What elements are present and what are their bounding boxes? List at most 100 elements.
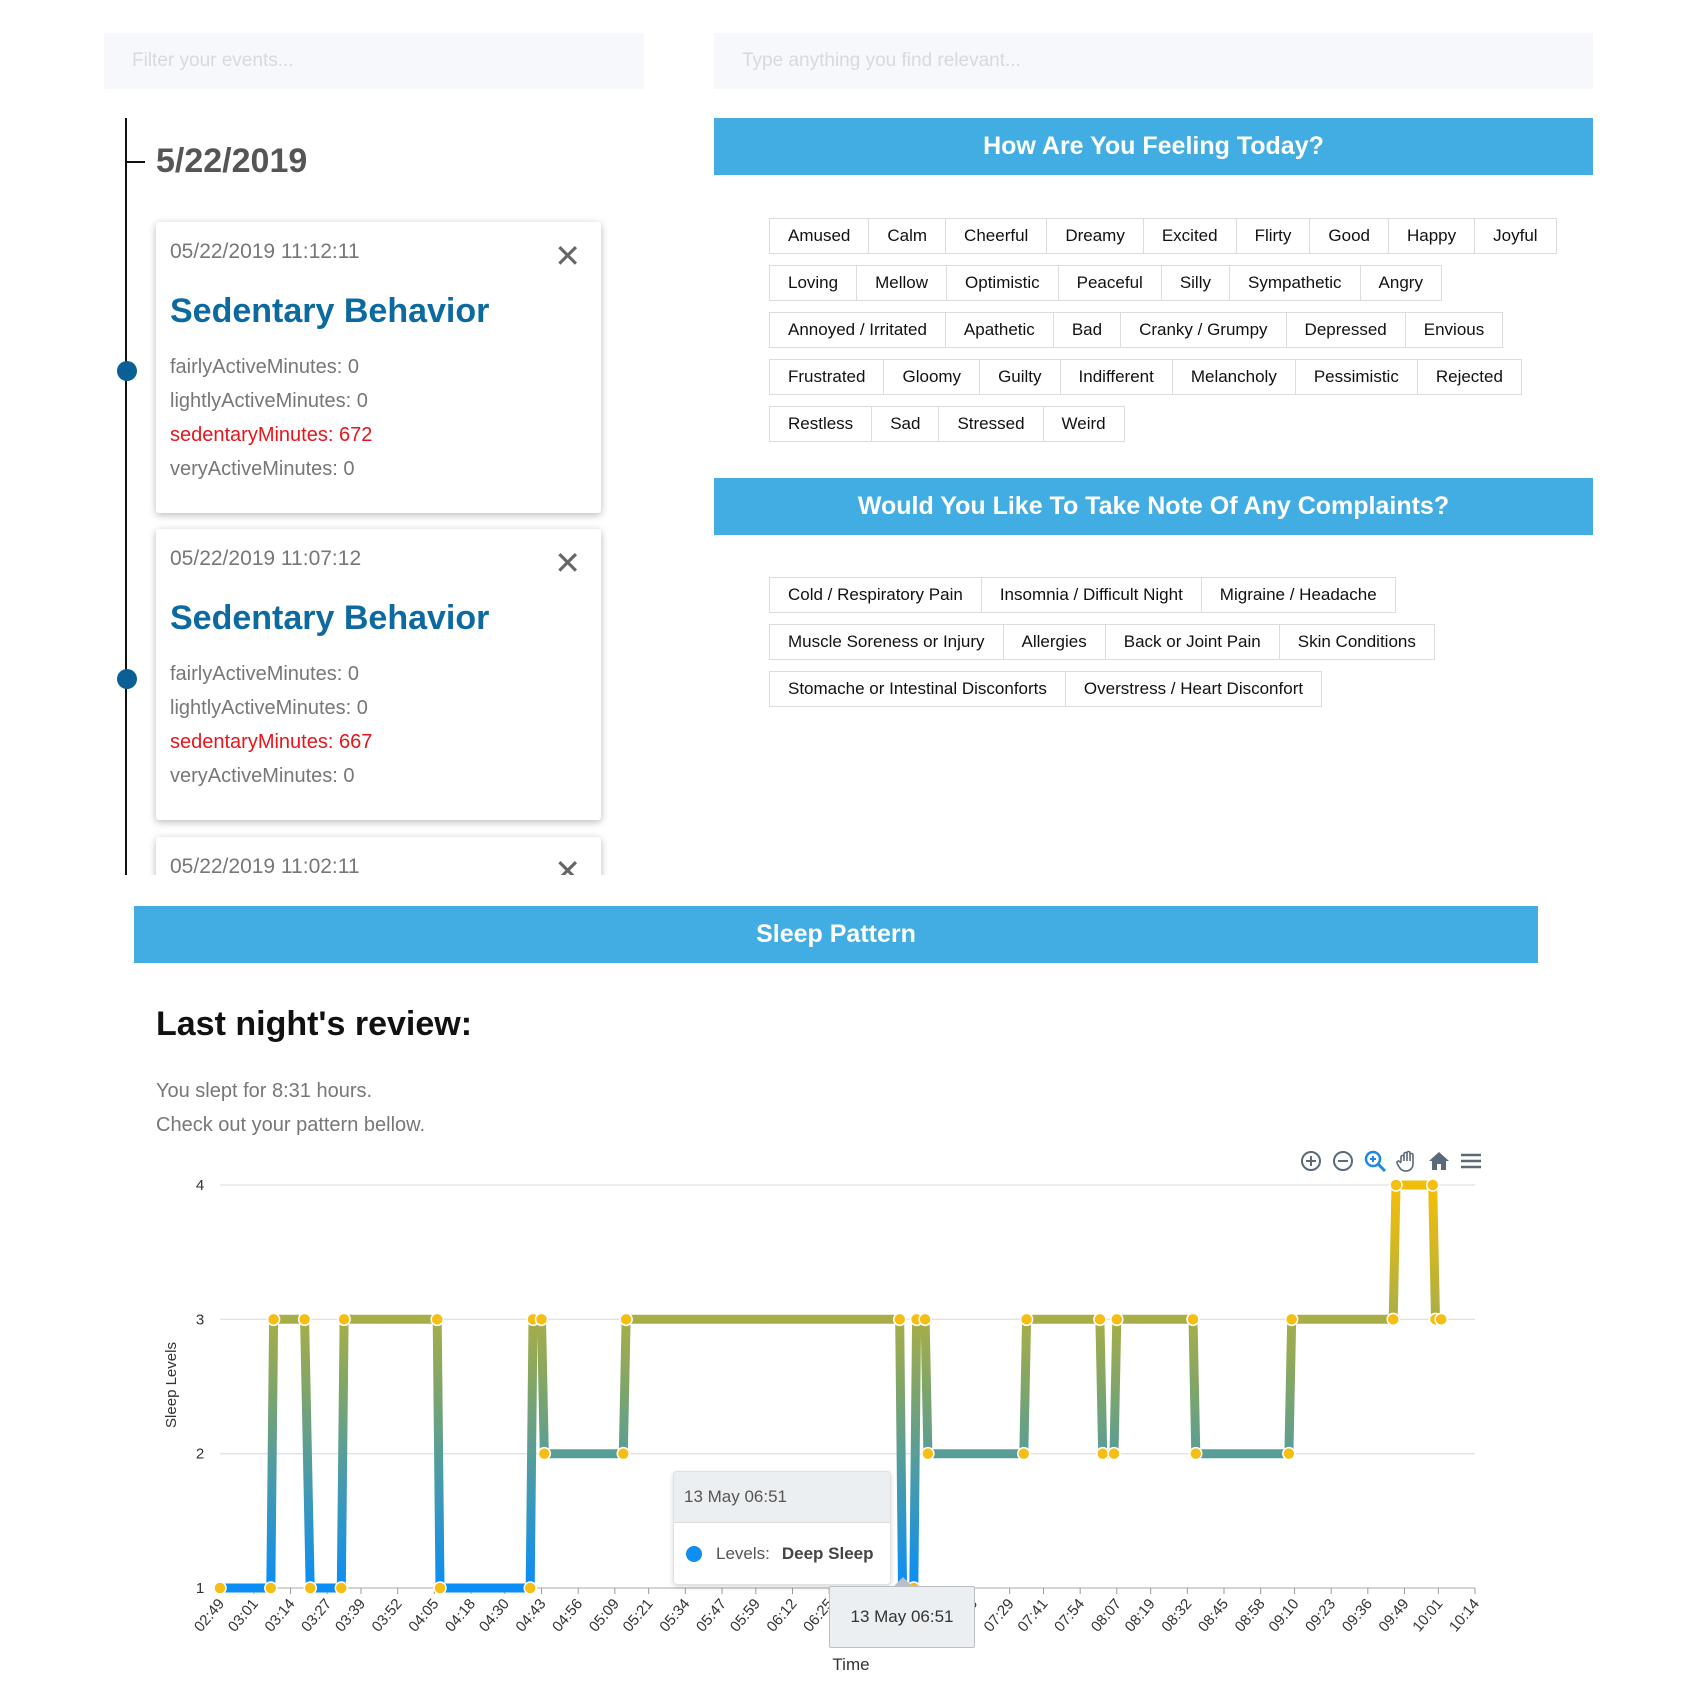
data-point[interactable] <box>534 1312 549 1327</box>
feeling-tag-loving[interactable]: Loving <box>769 265 858 301</box>
data-point[interactable] <box>1282 1446 1296 1461</box>
data-point[interactable] <box>1386 1312 1400 1327</box>
x-tick-label: 09:49 <box>1375 1596 1412 1636</box>
feeling-tag-sad[interactable]: Sad <box>871 406 940 442</box>
data-point[interactable] <box>213 1581 227 1595</box>
data-point[interactable] <box>1095 1446 1110 1461</box>
xaxis-tooltip: 13 May 06:51 <box>829 1586 975 1648</box>
data-point[interactable] <box>892 1312 907 1327</box>
complaint-tag-insomnia-difficult-night[interactable]: Insomnia / Difficult Night <box>980 577 1202 613</box>
feeling-tag-frustrated[interactable]: Frustrated <box>769 359 885 395</box>
data-point[interactable] <box>303 1581 317 1595</box>
x-tick-label: 03:52 <box>369 1596 406 1636</box>
feeling-tag-gloomy[interactable]: Gloomy <box>883 359 981 395</box>
complaint-row: Cold / Respiratory Pain Insomnia / Diffic… <box>769 577 1434 613</box>
data-point[interactable] <box>1107 1446 1121 1461</box>
feeling-tag-indifferent[interactable]: Indifferent <box>1059 359 1173 395</box>
data-point[interactable] <box>616 1446 631 1461</box>
feeling-tag-optimistic[interactable]: Optimistic <box>946 265 1059 301</box>
data-point[interactable] <box>337 1312 351 1327</box>
feeling-tag-guilty[interactable]: Guilty <box>979 359 1061 395</box>
events-filter-input[interactable] <box>104 33 644 89</box>
feeling-tag-silly[interactable]: Silly <box>1160 265 1230 301</box>
feeling-tag-depressed[interactable]: Depressed <box>1285 312 1406 348</box>
x-tick-label: 09:36 <box>1339 1596 1376 1636</box>
data-point[interactable] <box>619 1312 633 1327</box>
data-point[interactable] <box>1110 1312 1124 1327</box>
feeling-tag-good[interactable]: Good <box>1309 218 1389 254</box>
feeling-tag-amused[interactable]: Amused <box>769 218 870 254</box>
complaint-tag-back-or-joint-pain[interactable]: Back or Joint Pain <box>1104 624 1280 660</box>
complaint-tag-stomache-or-intestinal-disconforts[interactable]: Stomache or Intestinal Disconforts <box>769 671 1066 707</box>
relevant-notes-input[interactable] <box>714 33 1593 89</box>
review-title: Last night's review: <box>156 1005 473 1043</box>
x-tick-label: 03:27 <box>298 1596 335 1636</box>
data-point[interactable] <box>1093 1312 1107 1327</box>
data-point[interactable] <box>523 1581 537 1595</box>
complaint-tag-overstress-heart-disconfort[interactable]: Overstress / Heart Disconfort <box>1064 671 1323 707</box>
feeling-tag-flirty[interactable]: Flirty <box>1235 218 1311 254</box>
close-icon[interactable]: ✕ <box>554 547 581 579</box>
complaint-tag-muscle-soreness-or-injury[interactable]: Muscle Soreness or Injury <box>769 624 1004 660</box>
feeling-tag-happy[interactable]: Happy <box>1388 218 1476 254</box>
event-card: 05/22/2019 11:12:11 ✕ Sedentary Behavior… <box>156 222 601 513</box>
data-point[interactable] <box>1425 1178 1440 1192</box>
metric-lightly-active: lightlyActiveMinutes: 0 <box>170 697 368 719</box>
data-point[interactable] <box>297 1312 312 1327</box>
y-tick-label: 2 <box>196 1446 204 1463</box>
close-icon[interactable]: ✕ <box>554 240 581 272</box>
feeling-tag-peaceful[interactable]: Peaceful <box>1057 265 1162 301</box>
complaint-tag-migraine-headache[interactable]: Migraine / Headache <box>1200 577 1396 613</box>
event-timestamp: 05/22/2019 11:07:12 <box>170 547 362 570</box>
feeling-tag-restless[interactable]: Restless <box>769 406 873 442</box>
x-tick-label: 07:41 <box>1014 1596 1051 1636</box>
data-point[interactable] <box>1389 1178 1403 1192</box>
metric-fairly-active: fairlyActiveMinutes: 0 <box>170 663 359 685</box>
data-point[interactable] <box>537 1446 552 1461</box>
data-point[interactable] <box>334 1581 349 1595</box>
data-point[interactable] <box>264 1581 278 1595</box>
feeling-tag-bad[interactable]: Bad <box>1052 312 1122 348</box>
feeling-tag-cranky-grumpy[interactable]: Cranky / Grumpy <box>1120 312 1287 348</box>
complaint-tag-allergies[interactable]: Allergies <box>1002 624 1106 660</box>
feeling-tag-melancholy[interactable]: Melancholy <box>1171 359 1296 395</box>
data-point[interactable] <box>430 1312 444 1327</box>
feeling-tag-rejected[interactable]: Rejected <box>1416 359 1522 395</box>
data-point[interactable] <box>1434 1312 1448 1327</box>
feeling-tag-excited[interactable]: Excited <box>1142 218 1237 254</box>
data-point[interactable] <box>1284 1312 1299 1327</box>
feeling-tag-cheerful[interactable]: Cheerful <box>945 218 1048 254</box>
feeling-tag-stressed[interactable]: Stressed <box>938 406 1044 442</box>
feeling-tag-angry[interactable]: Angry <box>1359 265 1442 301</box>
timeline-date-tick <box>125 161 145 163</box>
feeling-tag-joyful[interactable]: Joyful <box>1474 218 1557 254</box>
complaint-tag-skin-conditions[interactable]: Skin Conditions <box>1278 624 1435 660</box>
xaxis-tooltip-caret <box>894 1577 912 1586</box>
x-tick-label: 05:34 <box>656 1596 693 1636</box>
x-tick-label: 07:54 <box>1051 1596 1088 1636</box>
feeling-tag-sympathetic[interactable]: Sympathetic <box>1228 265 1361 301</box>
data-point[interactable] <box>266 1312 281 1327</box>
feeling-tag-apathetic[interactable]: Apathetic <box>944 312 1054 348</box>
data-point[interactable] <box>1019 1312 1034 1327</box>
data-point[interactable] <box>1189 1446 1203 1461</box>
complaint-tag-cold-respiratory-pain[interactable]: Cold / Respiratory Pain <box>769 577 982 613</box>
feeling-tag-annoyed-irritated[interactable]: Annoyed / Irritated <box>769 312 946 348</box>
close-icon[interactable]: ✕ <box>554 855 581 875</box>
feeling-tag-weird[interactable]: Weird <box>1042 406 1125 442</box>
feeling-tag-envious[interactable]: Envious <box>1404 312 1504 348</box>
sleep-pattern-header: Sleep Pattern <box>134 906 1538 963</box>
chart-tooltip: 13 May 06:51 Levels: Deep Sleep <box>673 1471 891 1585</box>
x-tick-label: 03:39 <box>332 1596 369 1636</box>
feeling-tag-calm[interactable]: Calm <box>868 218 947 254</box>
data-point[interactable] <box>1186 1312 1200 1327</box>
data-point[interactable] <box>433 1581 447 1595</box>
feeling-tag-mellow[interactable]: Mellow <box>856 265 948 301</box>
y-axis-ticks: 1 2 3 4 <box>196 1177 204 1597</box>
data-point[interactable] <box>1017 1446 1031 1461</box>
feeling-tag-pessimistic[interactable]: Pessimistic <box>1294 359 1418 395</box>
tooltip-label: Levels: <box>716 1544 770 1563</box>
feeling-tag-dreamy[interactable]: Dreamy <box>1046 218 1144 254</box>
data-point[interactable] <box>918 1312 932 1327</box>
data-point[interactable] <box>921 1446 935 1461</box>
